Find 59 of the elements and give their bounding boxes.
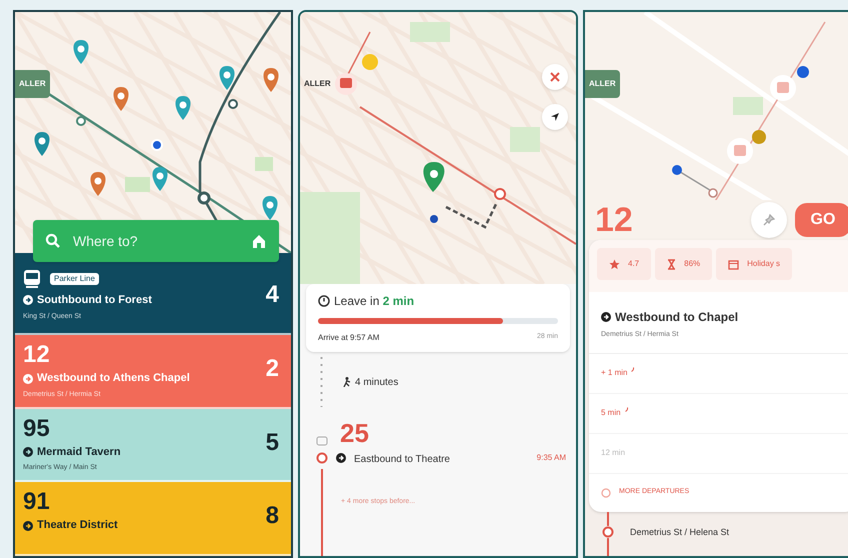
hourglass-icon — [667, 258, 676, 270]
walk-text: 4 minutes — [355, 376, 398, 390]
route-number: 95 — [23, 416, 51, 441]
direction-icon — [23, 520, 33, 531]
destination-text: Southbound to Forest — [37, 293, 152, 308]
bus-icon — [316, 436, 328, 446]
departure-time: 12 min — [601, 447, 626, 459]
departure-row[interactable]: 12 min — [589, 434, 848, 474]
departure-row[interactable]: 91 Theatre District 8 — [15, 482, 291, 556]
route-number: 25 — [340, 420, 369, 446]
direction-icon — [601, 312, 611, 322]
leave-text: Leave in 2 min — [334, 293, 414, 310]
direction-icon — [23, 295, 33, 306]
route-number: 12 — [595, 203, 634, 237]
direction-icon — [23, 374, 33, 384]
minutes-text: 4 — [266, 280, 279, 310]
route-number: 12 — [23, 343, 51, 368]
stat-text: Holiday s — [747, 258, 780, 270]
stat-text: 4.7 — [628, 258, 640, 270]
walking-icon — [343, 377, 351, 387]
minutes-text: 8 — [266, 501, 279, 532]
pin-button[interactable] — [751, 202, 787, 238]
departure-row[interactable]: + 1 min — [589, 354, 848, 394]
map-place-label: ALLER — [585, 70, 620, 98]
destination-text: Theatre District — [37, 518, 118, 534]
search-field[interactable]: Where to? — [73, 230, 239, 252]
direction-icon — [336, 453, 346, 463]
departure-time: + 1 min — [601, 367, 628, 379]
live-signal-icon — [624, 406, 629, 412]
search-bar[interactable]: Where to? — [33, 220, 279, 262]
direction-text: Westbound to Chapel — [615, 309, 738, 326]
stop-circle-icon — [316, 452, 328, 464]
close-icon — [550, 72, 560, 82]
route-number: 91 — [23, 490, 51, 514]
next-stop-text: Demetrius St / Helena St — [630, 526, 730, 538]
departure-row[interactable]: 5 min — [589, 394, 848, 434]
line-badge: Parker Line — [49, 272, 100, 286]
destination-text: Eastbound to Theatre — [354, 453, 451, 467]
home-icon[interactable] — [251, 233, 267, 249]
map-place-label: ALLER — [15, 70, 50, 98]
navigation-arrow-icon — [550, 112, 560, 122]
departure-time: 5 min — [601, 407, 621, 419]
dotted-line-icon — [320, 357, 323, 407]
train-icon — [23, 269, 41, 289]
destination-text: Westbound to Athens Chapel — [37, 371, 190, 386]
star-icon — [609, 258, 620, 270]
live-signal-icon — [631, 366, 636, 372]
minutes-text: 2 — [266, 354, 279, 384]
arrival-text: Arrive at 9:57 AM — [318, 332, 380, 344]
map-place-label: ALLER — [303, 78, 332, 90]
calendar-icon — [728, 258, 740, 270]
direction-icon — [23, 447, 33, 458]
go-button[interactable]: GO — [795, 203, 848, 237]
departure-time: 9:35 AM — [536, 452, 566, 464]
destination-text: Mermaid Tavern — [37, 444, 121, 460]
search-icon — [45, 233, 61, 249]
stat-text: 86% — [684, 258, 700, 270]
minutes-text: 5 — [266, 428, 279, 458]
pin-icon — [763, 214, 775, 226]
